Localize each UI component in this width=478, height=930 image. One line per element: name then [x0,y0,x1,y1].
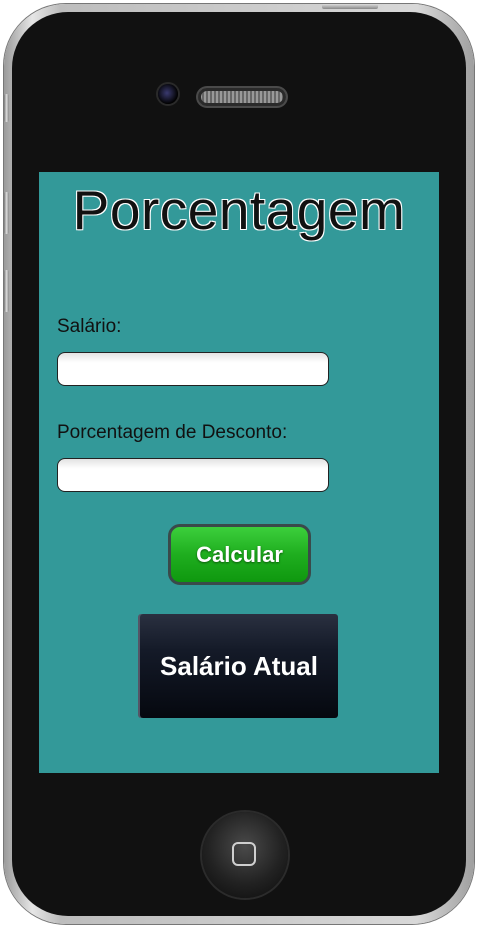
calculate-button[interactable]: Calcular [168,524,311,585]
front-camera-icon [158,84,178,104]
power-button [322,4,378,9]
volume-down-button [4,270,9,312]
discount-label: Porcentagem de Desconto: [57,422,288,443]
phone-frame: Porcentagem Salário: Porcentagem de Desc… [4,4,474,924]
current-salary-button[interactable]: Salário Atual [140,614,338,718]
home-square-icon [232,842,256,866]
discount-percentage-input[interactable] [57,458,329,492]
volume-up-button [4,192,9,234]
home-button[interactable] [202,812,288,898]
salary-label: Salário: [57,316,122,337]
page-title: Porcentagem [72,179,406,241]
mute-switch [4,94,9,122]
earpiece-speaker [198,88,286,106]
salary-input[interactable] [57,352,329,386]
app-screen: Porcentagem Salário: Porcentagem de Desc… [39,172,439,773]
phone-body: Porcentagem Salário: Porcentagem de Desc… [12,12,466,916]
